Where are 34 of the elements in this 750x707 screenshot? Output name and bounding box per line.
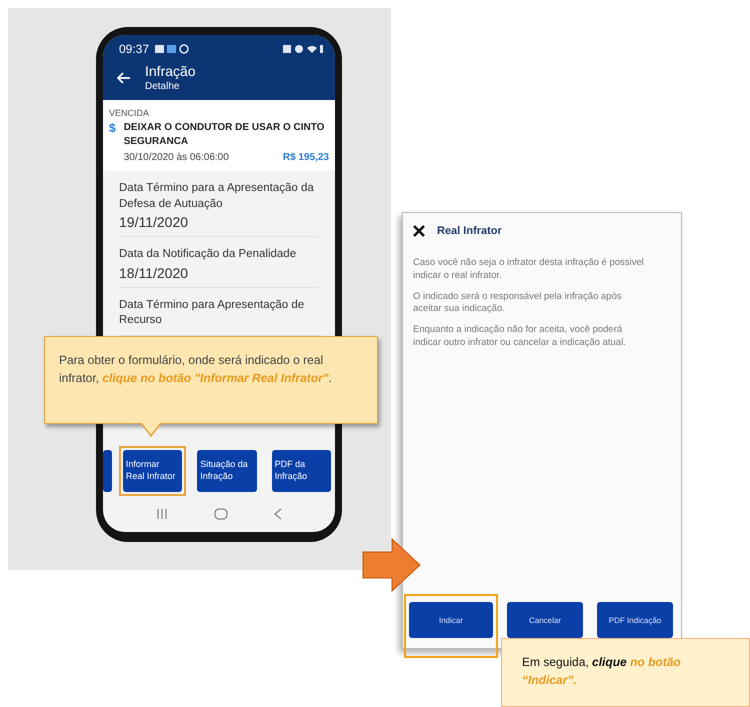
right-arrow-icon bbox=[362, 538, 422, 592]
modal-button[interactable]: PDF Indicação bbox=[597, 602, 673, 638]
action-button[interactable]: Situação da Infração bbox=[197, 450, 257, 492]
action-button[interactable]: Informar Real Infrator bbox=[122, 450, 182, 492]
infraction-amount: R$ 195,23 bbox=[282, 152, 329, 163]
currency-icon: $ bbox=[109, 121, 116, 163]
recent-apps-icon[interactable] bbox=[156, 508, 168, 520]
modal-button[interactable]: Cancelar bbox=[507, 602, 583, 638]
callout-text: Em seguida, clique no botão “Indicar”. bbox=[522, 655, 681, 687]
screen-subtitle: Detalhe bbox=[145, 81, 180, 92]
back-arrow-icon[interactable] bbox=[117, 72, 131, 84]
modal-button[interactable]: Indicar bbox=[409, 602, 493, 638]
infraction-datetime: 30/10/2020 às 06:06:00 bbox=[124, 152, 229, 163]
notification-icons bbox=[155, 44, 192, 54]
infraction-description: DEIXAR O CONDUTOR DE USAR O CINTO SEGURANCA bbox=[124, 121, 326, 149]
detail-value: 18/11/2020 bbox=[119, 264, 190, 281]
action-button[interactable] bbox=[103, 450, 112, 492]
system-status-icons bbox=[283, 44, 323, 54]
detail-label: Data da Notificação da Penalidade bbox=[119, 247, 298, 262]
detail-label: Data Término para Apresentação de Recurso bbox=[119, 298, 306, 328]
modal-paragraph: O indicado será o responsável pela infração após aceitar sua indicação. bbox=[413, 290, 623, 316]
detail-value: 19/11/2020 bbox=[119, 214, 190, 230]
back-icon[interactable] bbox=[274, 508, 282, 520]
callout-text: Para obter o formulário, onde será indicado o real infrator, clique no botão "Informar Real Infrator". bbox=[59, 353, 332, 385]
action-button[interactable]: PDF da Infração bbox=[272, 450, 331, 492]
detail-label: Data Término para a Apresentação da Defesa de Autuação bbox=[119, 181, 315, 212]
screen-title: Infração bbox=[145, 63, 196, 79]
status-label: VENCIDA bbox=[109, 108, 150, 118]
close-icon[interactable] bbox=[413, 225, 425, 237]
home-icon[interactable] bbox=[214, 508, 228, 520]
modal-paragraph: Enquanto a indicação não for aceita, você poderá indicar outro infrator ou cancelar a indicação atual. bbox=[413, 324, 627, 350]
modal-title: Real Infrator bbox=[437, 225, 502, 237]
status-time: 09:37 bbox=[119, 42, 150, 56]
modal-paragraph: Caso você não seja o infrator desta infração é possivel indicar o real infrator. bbox=[413, 257, 645, 283]
